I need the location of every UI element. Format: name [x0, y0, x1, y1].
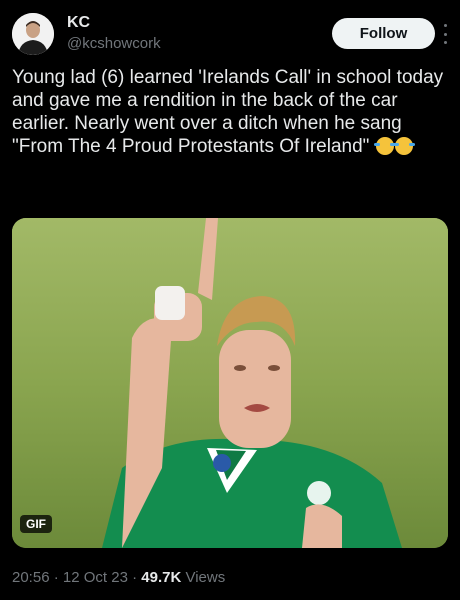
follow-button[interactable]: Follow: [332, 18, 435, 49]
author-handle[interactable]: @kcshowcork: [67, 35, 161, 52]
tweet-header: KC @kcshowcork Follow: [12, 10, 448, 58]
author-avatar[interactable]: [12, 13, 54, 55]
avatar-image: [12, 13, 54, 55]
more-options-icon[interactable]: [442, 24, 448, 44]
meta-separator: ·: [49, 569, 63, 586]
tweet-text: Young lad (6) learned 'Irelands Call' in…: [12, 66, 448, 158]
laughing-emoji-icon: [373, 137, 396, 155]
gif-badge: GIF: [20, 515, 52, 533]
tweet-date[interactable]: 12 Oct 23: [63, 569, 128, 586]
laughing-emoji-icon: [392, 137, 415, 155]
views-label: Views: [181, 569, 226, 586]
tweet-time[interactable]: 20:56: [12, 569, 50, 586]
rugby-player-thumbs-up-image: [12, 218, 448, 548]
author-name[interactable]: KC: [67, 14, 90, 32]
views-count[interactable]: 49.7K: [141, 569, 181, 586]
gif-media[interactable]: GIF: [12, 218, 448, 548]
meta-separator: ·: [127, 569, 142, 586]
tweet-meta: 20:56 · 12 Oct 23 · 49.7K Views: [12, 569, 225, 586]
